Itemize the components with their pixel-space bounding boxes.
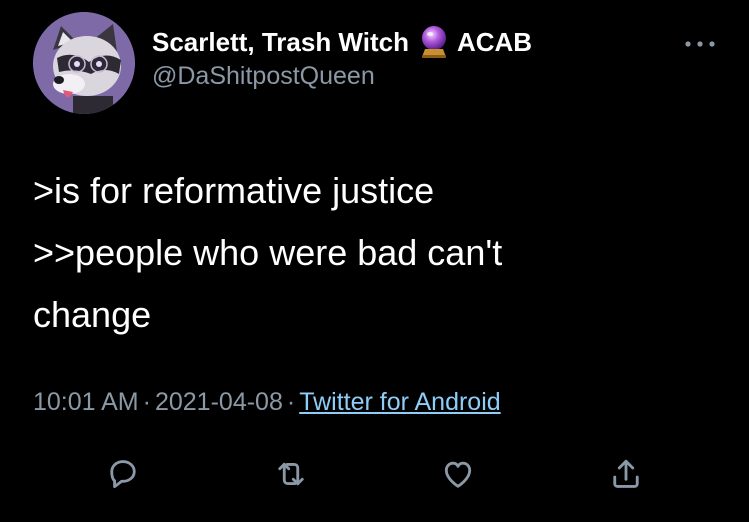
display-name-row[interactable]: Scarlett, Trash Witch ACAB (152, 24, 532, 60)
tweet-time[interactable]: 10:01 AM (33, 388, 139, 416)
display-name-suffix[interactable]: ACAB (457, 27, 532, 58)
avatar[interactable] (33, 12, 135, 114)
tweet-source-link[interactable]: Twitter for Android (299, 388, 500, 416)
more-options-icon[interactable] (680, 34, 720, 54)
raccoon-avatar-illustration (33, 12, 135, 114)
tweet-body-line: change (33, 294, 152, 335)
tweet-body-line: >>people who were bad can't (33, 232, 503, 273)
tweet-body-line: >is for reformative justice (33, 170, 435, 211)
author-block: Scarlett, Trash Witch ACAB @DaShitpostQu… (152, 24, 532, 91)
tweet-date[interactable]: 2021-04-08 (155, 388, 283, 416)
retweet-button[interactable] (269, 452, 313, 496)
meta-separator: · (286, 388, 296, 416)
reply-icon (110, 460, 136, 489)
handle[interactable]: @DaShitpostQueen (152, 62, 532, 91)
tweet-metadata: 10:01 AM · 2021-04-08 · Twitter for Android (33, 388, 501, 417)
tweet-card: Scarlett, Trash Witch ACAB @DaShitpostQu… (0, 0, 749, 522)
reply-button[interactable] (101, 452, 145, 496)
tweet-body: >is for reformative justice >>people who… (33, 160, 723, 346)
share-icon (613, 459, 639, 488)
share-button[interactable] (604, 452, 648, 496)
crystal-ball-icon (419, 25, 449, 59)
heart-icon (444, 461, 472, 488)
display-name[interactable]: Scarlett, Trash Witch (152, 27, 409, 58)
meta-separator: · (142, 388, 151, 416)
retweet-icon (278, 462, 304, 486)
like-button[interactable] (436, 452, 480, 496)
